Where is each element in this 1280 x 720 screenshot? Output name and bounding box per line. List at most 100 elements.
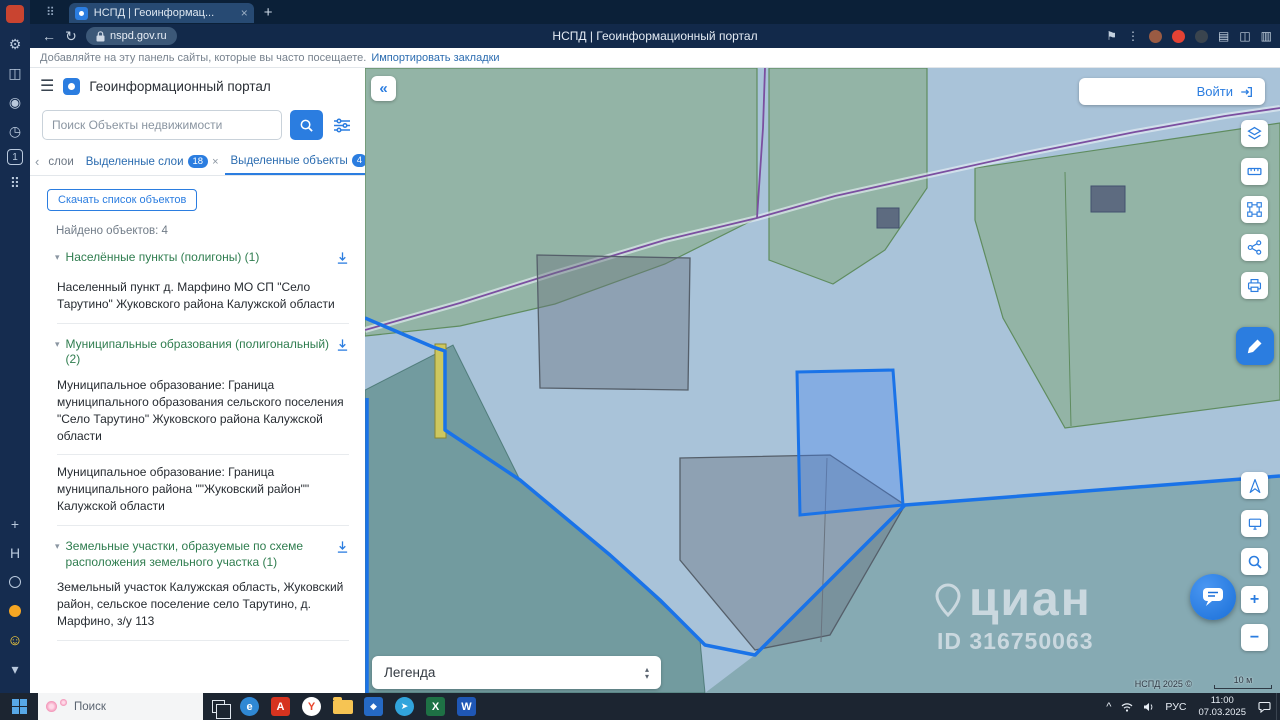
edit-polygon-button[interactable]	[1241, 196, 1268, 223]
search-input[interactable]	[42, 110, 282, 140]
extension-2-icon[interactable]	[1171, 29, 1185, 43]
excel-button[interactable]: X	[420, 693, 451, 720]
nspd-favicon	[74, 6, 88, 20]
smiley-icon[interactable]: ☺	[4, 629, 26, 651]
map-canvas[interactable]	[365, 68, 1280, 693]
scale-bar: 10 м	[1214, 675, 1272, 689]
sidebar-toggle-icon[interactable]: ▥	[1261, 29, 1272, 43]
telegram-button[interactable]: ➤	[389, 693, 420, 720]
group-header[interactable]: ▾ Земельные участки, образуемые по схеме…	[30, 539, 365, 571]
page-title: НСПД | Геоинформационный портал	[552, 29, 758, 43]
rail-scroll-down-icon[interactable]: ▾	[4, 658, 26, 680]
yandex-browser-logo-icon[interactable]	[6, 5, 24, 23]
map-attribution: НСПД 2025 ©	[1134, 679, 1192, 689]
tab-selected-layers[interactable]: Выделенные слои 18 ×	[80, 148, 225, 175]
messenger-icon[interactable]: ◫	[4, 62, 26, 84]
tab-strip: ⠿ НСПД | Геоинформац... × +	[30, 0, 1280, 24]
close-tab-icon[interactable]: ×	[212, 156, 218, 168]
back-button[interactable]: ←	[38, 28, 60, 44]
language-indicator[interactable]: РУС	[1160, 701, 1191, 713]
notification-center-button[interactable]	[1253, 701, 1276, 713]
tab-layers[interactable]: слои	[42, 148, 79, 175]
layers-button[interactable]	[1241, 120, 1268, 147]
hamburger-menu-icon[interactable]: ☰	[40, 76, 54, 96]
url-field[interactable]: nspd.gov.ru	[86, 27, 177, 45]
search-area-button[interactable]	[1241, 548, 1268, 575]
screen-mode-button[interactable]	[1241, 510, 1268, 537]
map-container: « Войти + − Легенда ▴ ▾ циан ID 31675006…	[365, 68, 1280, 693]
tab-selected-objects[interactable]: Выделенные объекты 4 ×	[224, 148, 365, 175]
browser-tab[interactable]: НСПД | Геоинформац... ×	[68, 3, 254, 23]
zoom-out-button[interactable]: −	[1241, 624, 1268, 651]
excel-icon: X	[426, 697, 445, 716]
collections-icon[interactable]: ▤	[1218, 29, 1229, 43]
tab-groups-icon[interactable]: ◫	[1239, 29, 1250, 43]
filter-sliders-icon	[334, 117, 350, 133]
screen: ⚙ ◫ ◉ ◷ 1 ⠿ + H ☺ ▾ ⠿ НСПД | Геоинформац…	[0, 0, 1280, 720]
refresh-button[interactable]: ↻	[60, 28, 82, 45]
notification-dot-icon[interactable]	[4, 600, 26, 622]
chat-support-button[interactable]	[1190, 574, 1236, 620]
collapse-panel-button[interactable]: «	[371, 76, 396, 101]
extension-3-icon[interactable]	[1194, 29, 1208, 43]
measure-button[interactable]	[1241, 158, 1268, 185]
legend-dropdown[interactable]: Легенда ▴ ▾	[372, 656, 661, 689]
login-label: Войти	[1196, 84, 1233, 99]
tray-expand-icon[interactable]: ^	[1101, 701, 1116, 713]
apps-grid-icon[interactable]: ⠿	[4, 172, 26, 194]
word-button[interactable]: W	[451, 693, 482, 720]
show-desktop-button[interactable]	[1276, 693, 1280, 720]
object-item[interactable]: Муниципальное образование: Граница муниц…	[57, 377, 349, 456]
search-button[interactable]	[290, 110, 323, 140]
group-header[interactable]: ▾ Населённые пункты (полигоны) (1)	[30, 250, 365, 270]
add-panel-icon[interactable]: +	[4, 513, 26, 535]
photos-button[interactable]: ◆	[358, 693, 389, 720]
group-municipalities: ▾ Муниципальные образования (полигональн…	[30, 337, 365, 526]
tab-strip-menu-icon[interactable]: ⠿	[46, 5, 55, 19]
tabs-scroll-left-icon[interactable]: ‹	[32, 154, 42, 169]
new-tab-button[interactable]: +	[264, 4, 273, 21]
download-group-button[interactable]	[336, 251, 349, 270]
import-bookmarks-link[interactable]: Импортировать закладки	[371, 52, 499, 64]
print-button[interactable]	[1241, 272, 1268, 299]
profile-h-icon[interactable]: H	[4, 542, 26, 564]
taskbar-search[interactable]: Поиск	[38, 693, 203, 720]
locate-button[interactable]	[1241, 472, 1268, 499]
share-button[interactable]	[1241, 234, 1268, 261]
selected-objects-badge: 4	[351, 154, 365, 167]
download-icon	[337, 252, 348, 264]
tab-close-icon[interactable]: ×	[241, 6, 248, 20]
edge-button[interactable]: e	[234, 693, 265, 720]
download-object-list-button[interactable]: Скачать список объектов	[47, 189, 198, 211]
gear-icon[interactable]: ⚙	[4, 33, 26, 55]
explorer-button[interactable]	[327, 693, 358, 720]
bookmark-flag-icon[interactable]: ⚑	[1106, 29, 1117, 43]
acrobat-button[interactable]: A	[265, 693, 296, 720]
camera-icon[interactable]: ◉	[4, 91, 26, 113]
login-arrow-icon	[1241, 86, 1252, 97]
clock[interactable]: 11:00 07.03.2025	[1191, 695, 1253, 718]
tab-counter[interactable]: 1	[7, 149, 23, 165]
start-button[interactable]	[0, 693, 38, 720]
ruler-icon	[1247, 167, 1262, 176]
zoom-in-button[interactable]: +	[1241, 586, 1268, 613]
download-group-button[interactable]	[336, 540, 349, 559]
task-view-button[interactable]	[203, 693, 234, 720]
yandex-browser-button[interactable]: Y	[296, 693, 327, 720]
filter-button[interactable]	[331, 114, 353, 136]
download-group-button[interactable]	[336, 338, 349, 357]
extension-1-icon[interactable]	[1148, 29, 1162, 43]
magnifier-icon	[1248, 555, 1262, 569]
login-button[interactable]: Войти	[1079, 78, 1265, 105]
profile-ring-icon[interactable]	[4, 571, 26, 593]
history-icon[interactable]: ◷	[4, 120, 26, 142]
chevron-down-icon: ▾	[55, 252, 60, 262]
kebab-menu-icon[interactable]: ⋮	[1127, 29, 1139, 43]
object-item[interactable]: Муниципальное образование: Граница муниц…	[57, 464, 349, 526]
network-icon[interactable]	[1116, 702, 1138, 712]
draw-tool-button[interactable]	[1236, 327, 1274, 365]
group-header[interactable]: ▾ Муниципальные образования (полигональн…	[30, 337, 365, 369]
object-item[interactable]: Населенный пункт д. Марфино МО СП "Село …	[57, 279, 349, 324]
volume-icon[interactable]	[1138, 702, 1160, 712]
object-item[interactable]: Земельный участок Калужская область, Жук…	[57, 579, 349, 641]
